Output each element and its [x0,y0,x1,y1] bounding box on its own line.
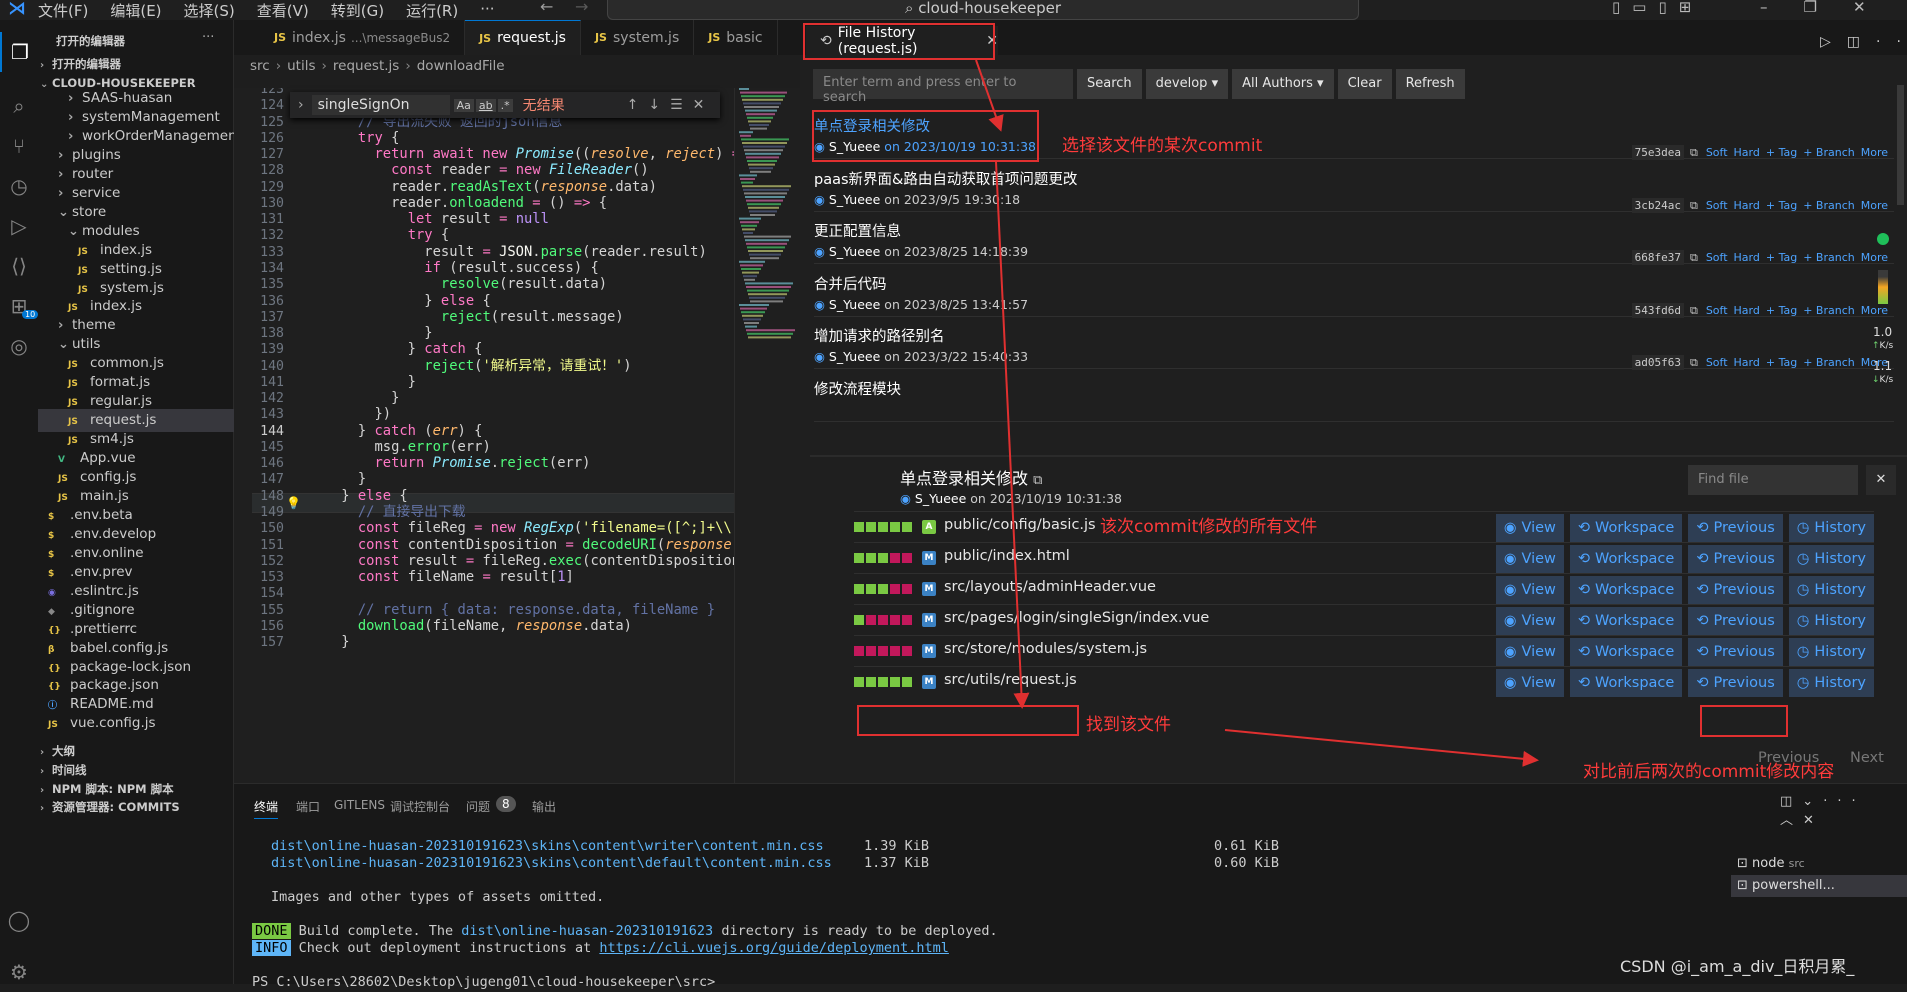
annotation-arrows [975,59,1539,767]
arrow-to-compare [1224,729,1539,767]
arrow-tab-to-commit [975,59,1004,132]
arrow-commit-to-file [995,161,1030,709]
